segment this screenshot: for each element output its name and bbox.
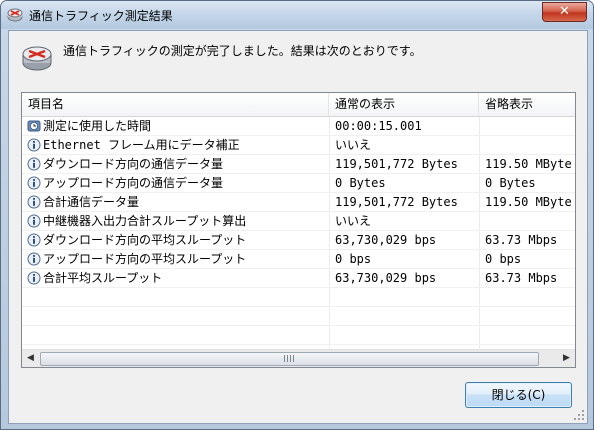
info-icon xyxy=(27,176,41,190)
cell-item-name: 測定に使用した時間 xyxy=(22,117,329,136)
table-row[interactable]: ダウンロード方向の通信データ量 119,501,772 Bytes 119.50 M… xyxy=(22,155,575,174)
window-title: 通信トラフィック測定結果 xyxy=(29,9,173,23)
item-name-text: 合計平均スループット xyxy=(43,271,163,285)
cell-short-value xyxy=(479,212,575,231)
cell-normal-value: 63,730,029 bps xyxy=(335,233,437,247)
network-router-icon xyxy=(22,46,52,71)
row-gridline xyxy=(22,154,575,155)
cell-short-value: 0 Bytes xyxy=(485,176,536,190)
row-gridline xyxy=(22,249,575,250)
network-router-icon xyxy=(7,8,23,22)
dialog-body: 通信トラフィックの測定が完了しました。結果は次のとおりです。 項目名 通常の表示… xyxy=(8,30,588,424)
row-gridline xyxy=(22,135,575,136)
table-row[interactable]: Ethernet フレーム用にデータ補正 いいえ xyxy=(22,136,575,155)
cell-short-value: 63.73 Mbps xyxy=(485,233,558,247)
row-gridline xyxy=(22,306,575,307)
item-name-text: アップロード方向の通信データ量 xyxy=(43,176,224,190)
clock-icon xyxy=(27,119,41,133)
cell-item-name: ダウンロード方向の平均スループット xyxy=(22,231,329,250)
cell-normal-value: 0 bps xyxy=(335,252,372,266)
row-gridline xyxy=(22,211,575,212)
item-name-text: 中継機器入出力合計スループット算出 xyxy=(43,214,247,228)
cell-normal-value: 119,501,772 Bytes xyxy=(335,195,458,209)
info-icon xyxy=(27,157,41,171)
info-icon xyxy=(27,252,41,266)
column-header-normal[interactable]: 通常の表示 xyxy=(329,93,479,116)
cell-short-value: 119.50 MByte xyxy=(485,195,572,209)
cell-normal-value: いいえ xyxy=(335,138,372,152)
result-message: 通信トラフィックの測定が完了しました。結果は次のとおりです。 xyxy=(63,44,422,58)
cell-item-name: Ethernet フレーム用にデータ補正 xyxy=(22,136,329,155)
cell-normal-value: 63,730,029 bps xyxy=(335,271,437,285)
item-name-text: ダウンロード方向の通信データ量 xyxy=(43,157,224,171)
dialog-window: 通信トラフィック測定結果 ✕ 通信トラフィックの測定が完了しました。結果は次のと… xyxy=(0,0,594,430)
cell-normal-value: 0 Bytes xyxy=(335,176,386,190)
column-header-item-name[interactable]: 項目名 xyxy=(22,93,329,116)
cell-short-value xyxy=(479,117,575,136)
row-gridline xyxy=(22,192,575,193)
item-name-text: 合計通信データ量 xyxy=(43,195,140,209)
table-row[interactable]: アップロード方向の通信データ量 0 Bytes 0 Bytes xyxy=(22,174,575,193)
grip-icon xyxy=(284,355,294,362)
item-name-text: アップロード方向の平均スループット xyxy=(43,252,247,266)
column-header-short[interactable]: 省略表示 xyxy=(479,93,575,116)
cell-short-value: 0 bps xyxy=(485,252,522,266)
cell-item-name: 合計平均スループット xyxy=(22,269,329,288)
info-icon xyxy=(27,214,41,228)
table-row[interactable]: 合計通信データ量 119,501,772 Bytes 119.50 MByte xyxy=(22,193,575,212)
cell-short-value xyxy=(479,136,575,155)
column-divider xyxy=(479,117,480,349)
cell-item-name: 合計通信データ量 xyxy=(22,193,329,212)
scroll-right-arrow-icon[interactable]: ▶ xyxy=(558,350,575,367)
results-list-view[interactable]: 項目名 通常の表示 省略表示 測定に使用した時間 00:00:15.001 Ethe… xyxy=(21,92,576,368)
info-icon xyxy=(27,138,41,152)
info-icon xyxy=(27,233,41,247)
list-rows: 測定に使用した時間 00:00:15.001 Ethernet フレーム用にデータ補… xyxy=(22,117,575,288)
window-close-button[interactable]: ✕ xyxy=(542,2,587,22)
cell-normal-value: いいえ xyxy=(335,214,372,228)
horizontal-scrollbar[interactable]: ◀ ▶ xyxy=(22,349,575,367)
table-row[interactable]: アップロード方向の平均スループット 0 bps 0 bps xyxy=(22,250,575,269)
item-name-text: ダウンロード方向の平均スループット xyxy=(43,233,247,247)
table-row[interactable]: 中継機器入出力合計スループット算出 いいえ xyxy=(22,212,575,231)
cell-item-name: ダウンロード方向の通信データ量 xyxy=(22,155,329,174)
info-icon xyxy=(27,271,41,285)
item-name-text: 測定に使用した時間 xyxy=(43,119,152,133)
title-bar[interactable]: 通信トラフィック測定結果 ✕ xyxy=(1,1,593,29)
item-name-text: Ethernet フレーム用にデータ補正 xyxy=(43,138,240,152)
scroll-left-arrow-icon[interactable]: ◀ xyxy=(22,350,39,367)
cell-short-value: 63.73 Mbps xyxy=(485,271,558,285)
row-gridline xyxy=(22,268,575,269)
cell-item-name: アップロード方向の通信データ量 xyxy=(22,174,329,193)
scroll-thumb[interactable] xyxy=(40,352,539,366)
row-gridline xyxy=(22,325,575,326)
resize-grip-icon[interactable] xyxy=(573,409,585,421)
table-row[interactable]: 合計平均スループット 63,730,029 bps 63.73 Mbps xyxy=(22,269,575,288)
list-header: 項目名 通常の表示 省略表示 xyxy=(22,93,575,117)
row-gridline xyxy=(22,287,575,288)
row-gridline xyxy=(22,173,575,174)
cell-item-name: 中継機器入出力合計スループット算出 xyxy=(22,212,329,231)
cell-normal-value: 119,501,772 Bytes xyxy=(335,157,458,171)
cell-normal-value: 00:00:15.001 xyxy=(335,119,422,133)
column-divider xyxy=(329,117,330,349)
table-row[interactable]: ダウンロード方向の平均スループット 63,730,029 bps 63.73 Mbp… xyxy=(22,231,575,250)
row-gridline xyxy=(22,230,575,231)
info-icon xyxy=(27,195,41,209)
table-row[interactable]: 測定に使用した時間 00:00:15.001 xyxy=(22,117,575,136)
cell-short-value: 119.50 MByte xyxy=(485,157,572,171)
cell-item-name: アップロード方向の平均スループット xyxy=(22,250,329,269)
row-gridline xyxy=(22,344,575,345)
close-button[interactable]: 閉じる(C) xyxy=(465,382,572,408)
